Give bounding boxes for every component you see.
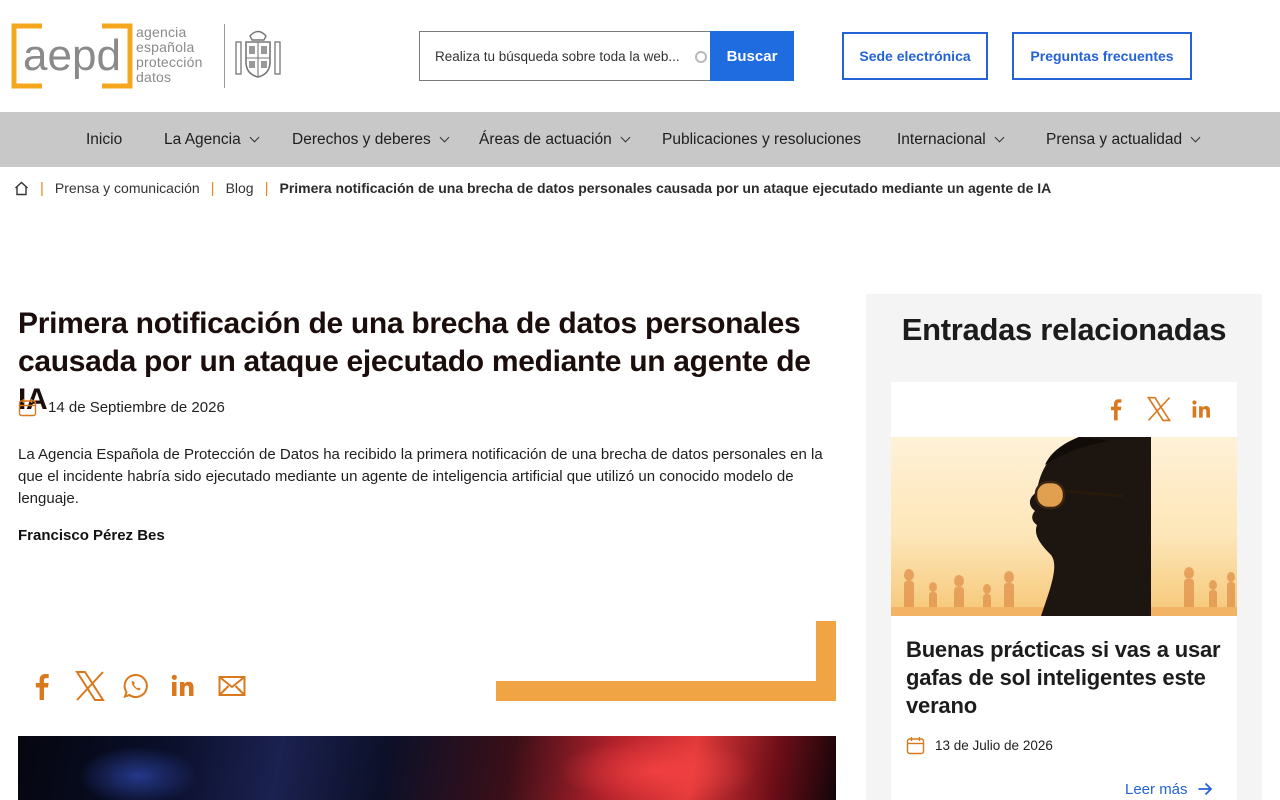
- chevron-down-icon: [1190, 132, 1201, 142]
- calendar-icon: [18, 398, 37, 416]
- sede-electronica-link[interactable]: Sede electrónica: [842, 32, 988, 80]
- nav-item-label: Inicio: [86, 130, 123, 148]
- calendar-icon: [906, 736, 925, 754]
- preguntas-frecuentes-link[interactable]: Preguntas frecuentes: [1012, 32, 1192, 80]
- breadcrumb-separator: |: [210, 179, 215, 197]
- linkedin-icon[interactable]: [170, 668, 218, 704]
- main-nav: Inicio La Agencia Derechos y deberes Áre…: [0, 112, 1280, 167]
- logo-wordmark: agencia española protección datos: [136, 24, 203, 85]
- loading-spinner-icon: [695, 51, 707, 63]
- read-more-link[interactable]: Leer más: [1125, 778, 1213, 800]
- whatsapp-icon[interactable]: [122, 668, 170, 704]
- card-image[interactable]: [891, 437, 1237, 616]
- breadcrumb-current: Primera notificación de una brecha de da…: [279, 180, 1052, 196]
- nav-item-label: Derechos y deberes: [292, 130, 431, 148]
- search-button[interactable]: Buscar: [710, 31, 794, 81]
- aepd-logo-mark: aepd: [11, 23, 133, 89]
- nav-item-areas-actuacion[interactable]: Áreas de actuación: [479, 112, 631, 167]
- arrow-right-icon: [1198, 782, 1212, 796]
- article-author: Francisco Pérez Bes: [18, 527, 165, 544]
- aepd-logo[interactable]: aepd agencia española protección datos: [10, 22, 282, 90]
- read-more-label: Leer más: [1125, 780, 1188, 798]
- svg-text:aepd: aepd: [23, 31, 121, 80]
- article-lead: La Agencia Española de Protección de Dat…: [18, 446, 823, 507]
- breadcrumb-separator: |: [40, 179, 44, 197]
- article-hero-image: [18, 736, 836, 800]
- article-date-text: 14 de Septiembre de 2026: [48, 398, 225, 416]
- card-share-bar: [1094, 394, 1223, 424]
- facebook-icon[interactable]: [1094, 394, 1137, 424]
- article-share-bar: [26, 668, 266, 704]
- related-posts-sidebar: Entradas relacionadas Buenas prácticas s…: [866, 294, 1262, 800]
- nav-item-internacional[interactable]: Internacional: [897, 112, 1005, 167]
- hero-glow-blue: [78, 746, 198, 800]
- x-icon[interactable]: [1137, 394, 1180, 424]
- nav-item-label: Áreas de actuación: [479, 130, 612, 148]
- nav-item-label: Prensa y actualidad: [1046, 130, 1183, 148]
- logo-divider: [224, 24, 225, 88]
- hero-glow-red: [558, 736, 758, 800]
- x-icon[interactable]: [74, 668, 122, 704]
- chevron-down-icon: [249, 132, 260, 142]
- nav-item-label: La Agencia: [164, 130, 241, 148]
- nav-item-prensa[interactable]: Prensa y actualidad: [1046, 112, 1201, 167]
- nav-item-inicio[interactable]: Inicio: [86, 112, 122, 167]
- breadcrumb-separator: |: [264, 179, 269, 197]
- search-box: [419, 31, 711, 81]
- nav-item-la-agencia[interactable]: La Agencia: [164, 112, 260, 167]
- chevron-down-icon: [439, 132, 450, 142]
- sidebar-title: Entradas relacionadas: [901, 312, 1227, 347]
- card-date-text: 13 de Julio de 2026: [935, 737, 1053, 753]
- card-illustration: [891, 437, 1237, 616]
- site-header: aepd agencia española protección datos B…: [0, 0, 1280, 112]
- nav-item-label: Publicaciones y resoluciones: [662, 130, 862, 148]
- linkedin-icon[interactable]: [1180, 394, 1223, 424]
- related-post-card[interactable]: Buenas prácticas si vas a usar gafas de …: [891, 382, 1237, 800]
- breadcrumb-prensa[interactable]: Prensa y comunicación: [55, 180, 200, 196]
- chevron-down-icon: [620, 132, 631, 142]
- article-date: 14 de Septiembre de 2026: [18, 396, 225, 418]
- breadcrumb: | Prensa y comunicación | Blog | Primera…: [14, 178, 1051, 198]
- nav-item-label: Internacional: [897, 130, 986, 148]
- card-date: 13 de Julio de 2026: [906, 734, 1053, 756]
- home-icon[interactable]: [14, 181, 29, 196]
- breadcrumb-blog[interactable]: Blog: [226, 180, 254, 196]
- card-title[interactable]: Buenas prácticas si vas a usar gafas de …: [906, 636, 1226, 720]
- nav-item-publicaciones[interactable]: Publicaciones y resoluciones: [662, 112, 861, 167]
- decorative-bar: [496, 681, 836, 701]
- search-input[interactable]: [420, 32, 690, 80]
- nav-item-derechos-deberes[interactable]: Derechos y deberes: [292, 112, 450, 167]
- facebook-icon[interactable]: [26, 668, 74, 704]
- spanish-coat-of-arms-icon: [235, 30, 281, 78]
- chevron-down-icon: [994, 132, 1005, 142]
- email-icon[interactable]: [218, 668, 266, 704]
